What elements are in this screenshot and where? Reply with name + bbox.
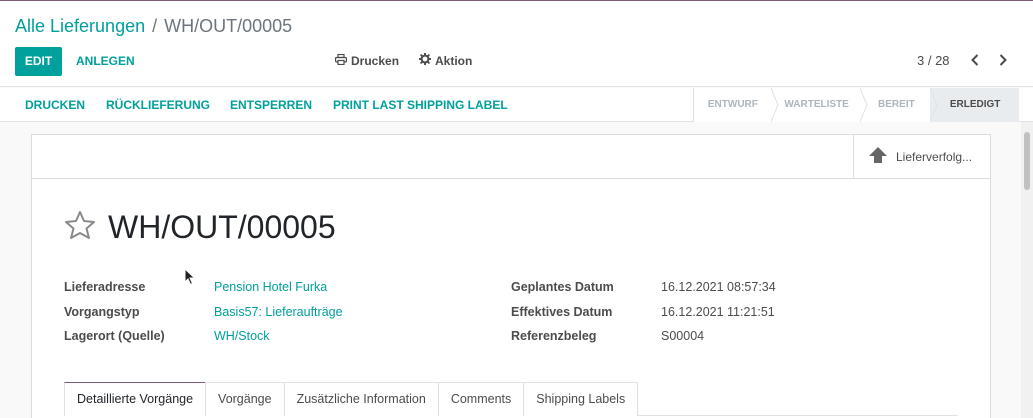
print-button[interactable]: DRUCKEN: [25, 88, 85, 122]
star-outline-icon[interactable]: [64, 210, 96, 245]
action-dropdown[interactable]: Aktion: [418, 47, 473, 76]
status-stages: ENTWURF WARTELISTE BEREIT ERLEDIGT: [693, 88, 1019, 122]
print-last-shipping-label-button[interactable]: PRINT LAST SHIPPING LABEL: [333, 88, 508, 122]
smart-button-box: Lieferverfolg...: [32, 135, 990, 179]
action-label: Aktion: [435, 54, 473, 68]
tab-operations[interactable]: Vorgänge: [205, 382, 285, 416]
print-label: Drucken: [351, 54, 400, 68]
delivery-address-label: Lieferadresse: [64, 280, 146, 294]
scheduled-date-label: Geplantes Datum: [511, 280, 614, 294]
scrollbar-thumb[interactable]: [1024, 132, 1030, 190]
edit-button[interactable]: EDIT: [15, 47, 62, 76]
vertical-scrollbar[interactable]: [1021, 122, 1033, 418]
breadcrumb: Alle Lieferungen / WH/OUT/00005: [15, 15, 292, 37]
stage-waiting-label: WARTELISTE: [784, 99, 849, 110]
delivery-address-link[interactable]: Pension Hotel Furka: [214, 280, 327, 294]
record-title: WH/OUT/00005: [108, 209, 336, 245]
record-title-row: WH/OUT/00005: [64, 207, 336, 247]
delivery-tracking-label: Lieferverfolg...: [896, 150, 973, 164]
source-document-value: S00004: [661, 329, 705, 343]
stage-done-label: ERLEDIGT: [949, 99, 1001, 110]
scheduled-date-value: 16.12.2021 08:57:34: [661, 280, 776, 294]
tab-comments[interactable]: Comments: [437, 382, 525, 416]
source-document-label: Referenzbeleg: [511, 329, 597, 343]
stage-ready-label: BEREIT: [878, 99, 915, 110]
tab-shipping-labels[interactable]: Shipping Labels: [523, 382, 639, 416]
return-button[interactable]: RÜCKLIEFERUNG: [106, 88, 210, 122]
stage-draft[interactable]: ENTWURF: [694, 88, 779, 122]
stage-waiting[interactable]: WARTELISTE: [771, 88, 869, 122]
source-location-label: Lagerort (Quelle): [64, 329, 165, 343]
effective-date-value: 16.12.2021 11:21:51: [661, 305, 775, 319]
arrow-up-icon: [868, 146, 888, 169]
breadcrumb-current: WH/OUT/00005: [164, 16, 293, 36]
control-panel: Alle Lieferungen / WH/OUT/00005 EDIT ANLEG…: [0, 1, 1033, 87]
create-button[interactable]: ANLEGEN: [76, 47, 135, 76]
tab-detailed-operations[interactable]: Detaillierte Vorgänge: [64, 382, 207, 416]
form-sheet: Lieferverfolg... WH/OUT/00005 Lieferadre…: [31, 134, 991, 418]
mouse-cursor-icon: [184, 267, 196, 286]
breadcrumb-separator: /: [152, 16, 158, 36]
tab-additional-info[interactable]: Zusätzliche Information: [283, 382, 439, 416]
stage-done[interactable]: ERLEDIGT: [931, 88, 1019, 122]
unlock-button[interactable]: ENTSPERREN: [230, 88, 312, 122]
effective-date-label: Effektives Datum: [511, 305, 613, 319]
delivery-tracking-button[interactable]: Lieferverfolg...: [853, 135, 990, 179]
pager-previous-button[interactable]: [966, 52, 984, 72]
chevron-right-icon: [999, 53, 1007, 71]
operation-type-label: Vorgangstyp: [64, 305, 140, 319]
chevron-left-icon: [971, 53, 979, 71]
source-location-link[interactable]: WH/Stock: [214, 329, 270, 343]
pager-value[interactable]: 3 / 28: [917, 53, 950, 68]
gear-icon: [418, 47, 432, 76]
notebook-tabs: Detaillierte Vorgänge Vorgänge Zusätzlic…: [64, 382, 958, 416]
pager-next-button[interactable]: [994, 52, 1012, 72]
statusbar: DRUCKEN RÜCKLIEFERUNG ENTSPERREN PRINT L…: [0, 88, 1033, 122]
stage-draft-label: ENTWURF: [707, 99, 758, 110]
breadcrumb-parent-link[interactable]: Alle Lieferungen: [15, 16, 145, 36]
printer-icon: [335, 47, 348, 76]
print-dropdown[interactable]: Drucken: [335, 47, 399, 76]
stage-ready[interactable]: BEREIT: [861, 88, 938, 122]
operation-type-link[interactable]: Basis57: Lieferaufträge: [214, 305, 343, 319]
